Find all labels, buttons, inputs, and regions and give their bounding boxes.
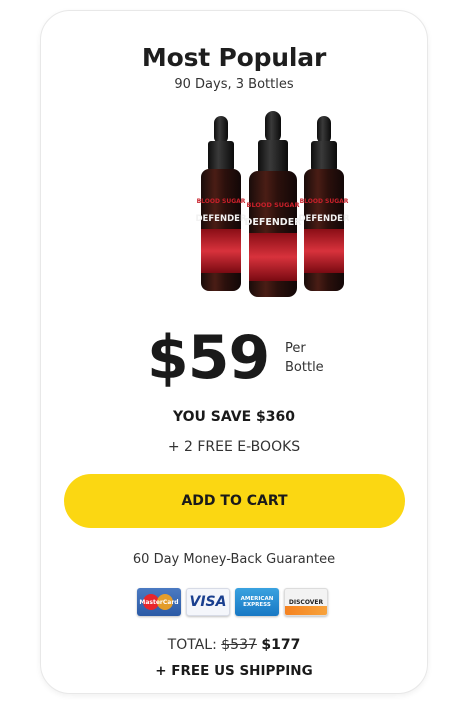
svg-text:DEFENDER: DEFENDER bbox=[299, 214, 350, 224]
discover-icon: DISCOVER bbox=[284, 588, 328, 616]
package-title: Most Popular bbox=[141, 43, 327, 72]
price-per-unit: Per Bottle bbox=[285, 339, 324, 377]
price-per-line1: Per bbox=[285, 341, 306, 356]
svg-text:BLOOD SUGAR: BLOOD SUGAR bbox=[300, 198, 349, 205]
product-bottles-image: BLOOD SUGAR DEFENDER BLOOD SUGAR DEFENDE… bbox=[196, 111, 350, 297]
svg-text:BLOOD SUGAR: BLOOD SUGAR bbox=[197, 198, 246, 205]
new-price: $177 bbox=[261, 637, 301, 653]
bottle-right: BLOOD SUGAR DEFENDER bbox=[299, 116, 350, 291]
old-price: $537 bbox=[221, 637, 257, 653]
price-per-line2: Bottle bbox=[285, 360, 324, 375]
savings-text: YOU SAVE $360 bbox=[173, 409, 295, 425]
bottle-left: BLOOD SUGAR DEFENDER bbox=[196, 116, 247, 291]
pricing-card: Most Popular 90 Days, 3 Bottles BLOOD SU… bbox=[40, 10, 428, 694]
svg-text:DEFENDER: DEFENDER bbox=[245, 217, 303, 228]
svg-text:DEFENDER: DEFENDER bbox=[196, 214, 247, 224]
add-to-cart-button[interactable]: ADD TO CART bbox=[64, 474, 405, 528]
total-price: TOTAL: $537 $177 bbox=[41, 637, 427, 653]
shipping-text: + FREE US SHIPPING bbox=[155, 663, 313, 679]
bonus-text: + 2 FREE E-BOOKS bbox=[167, 439, 301, 455]
bottle-center: BLOOD SUGAR DEFENDER bbox=[245, 111, 303, 297]
package-subtitle: 90 Days, 3 Bottles bbox=[174, 77, 294, 92]
svg-text:BLOOD SUGAR: BLOOD SUGAR bbox=[247, 201, 300, 209]
guarantee-text: 60 Day Money-Back Guarantee bbox=[132, 552, 336, 567]
visa-icon: VISA bbox=[186, 588, 230, 616]
mastercard-icon: MasterCard bbox=[137, 588, 181, 616]
price-amount: $59 bbox=[147, 323, 270, 393]
payment-methods: MasterCard VISA AMERICAN EXPRESS DISCOVE… bbox=[137, 588, 332, 618]
total-label: TOTAL: bbox=[167, 637, 217, 653]
amex-icon: AMERICAN EXPRESS bbox=[235, 588, 279, 616]
